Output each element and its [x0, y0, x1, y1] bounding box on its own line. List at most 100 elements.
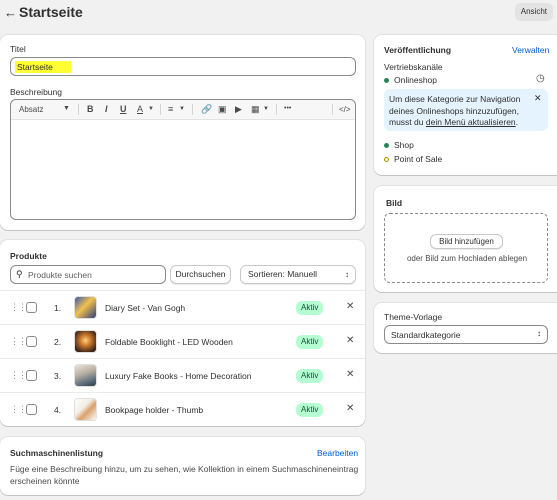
status-badge: Aktiv	[296, 369, 324, 383]
italic-button[interactable]: I	[105, 104, 108, 114]
search-icon: ⚲	[16, 269, 23, 279]
row-index: 3.	[54, 371, 62, 381]
select-arrows-icon: ↕	[345, 270, 349, 279]
row-checkbox[interactable]	[26, 302, 37, 313]
product-name[interactable]: Diary Set - Van Gogh	[105, 303, 185, 313]
format-select[interactable]: Absatz	[19, 105, 43, 114]
bold-button[interactable]: B	[87, 104, 94, 114]
product-thumbnail	[74, 296, 97, 319]
theme-card: Theme-Vorlage Standardkategorie ↕	[374, 303, 557, 353]
products-card: Produkte ⚲ Produkte suchen Durchsuchen S…	[0, 240, 365, 426]
row-index: 2.	[54, 337, 62, 347]
product-thumbnail	[74, 330, 97, 353]
theme-heading: Theme-Vorlage	[384, 312, 443, 322]
drag-handle-icon[interactable]: ⋮⋮	[10, 336, 27, 347]
sort-select[interactable]: Sortieren: Manuell ↕	[240, 265, 356, 284]
editor-toolbar: Absatz ▼ B I U A ▼ ≡ ▼ 🔗 ▣ ▶ ▦ ▼ ••• </>	[11, 100, 355, 120]
status-dot	[384, 157, 389, 162]
seo-card: Suchmaschinenlistung Bearbeiten Füge ein…	[0, 437, 365, 495]
seo-heading: Suchmaschinenlistung	[10, 448, 104, 458]
banner-text: Um diese Kategorie zur Navigation deines…	[389, 94, 529, 129]
image-heading: Bild	[386, 198, 403, 208]
code-view-button[interactable]: </>	[339, 105, 351, 114]
description-editor[interactable]: Absatz ▼ B I U A ▼ ≡ ▼ 🔗 ▣ ▶ ▦ ▼ ••• </>	[10, 99, 356, 220]
image-icon[interactable]: ▣	[218, 104, 227, 115]
title-input-value: Startseite	[15, 61, 71, 73]
remove-icon[interactable]: ✕	[346, 403, 354, 414]
channels-label: Vertriebskanäle	[384, 62, 443, 72]
product-name[interactable]: Bookpage holder - Thumb	[105, 405, 203, 415]
product-search-input[interactable]: ⚲ Produkte suchen	[10, 265, 166, 284]
manage-link[interactable]: Verwalten	[512, 45, 549, 55]
title-card: Titel Startseite Beschreibung Absatz ▼ B…	[0, 35, 365, 230]
status-dot	[384, 143, 389, 148]
text-color-button[interactable]: A	[137, 104, 143, 114]
remove-icon[interactable]: ✕	[346, 369, 354, 380]
drag-handle-icon[interactable]: ⋮⋮	[10, 370, 27, 381]
align-icon[interactable]: ≡	[168, 104, 173, 114]
products-heading: Produkte	[10, 251, 47, 261]
table-icon[interactable]: ▦	[251, 104, 260, 115]
status-dot	[384, 78, 389, 83]
underline-button[interactable]: U	[120, 104, 127, 114]
page-title: Startseite	[19, 4, 83, 20]
channel-shop: Shop	[394, 140, 414, 150]
chevron-down-icon[interactable]: ▼	[148, 106, 154, 112]
seo-edit-link[interactable]: Bearbeiten	[317, 448, 358, 458]
row-checkbox[interactable]	[26, 370, 37, 381]
product-thumbnail	[74, 398, 97, 421]
title-label: Titel	[10, 44, 26, 54]
video-icon[interactable]: ▶	[235, 104, 242, 115]
calendar-icon[interactable]: ◷	[536, 73, 545, 84]
channel-online: Onlineshop	[394, 75, 438, 85]
remove-icon[interactable]: ✕	[346, 335, 354, 346]
update-menu-link[interactable]: dein Menü aktualisieren	[426, 117, 516, 127]
table-row[interactable]: ⋮⋮ 2. Foldable Booklight - LED Wooden Ak…	[0, 324, 365, 358]
publishing-heading: Veröffentlichung	[384, 45, 452, 55]
chevron-down-icon[interactable]: ▼	[263, 106, 269, 112]
drag-handle-icon[interactable]: ⋮⋮	[10, 302, 27, 313]
navigation-banner: Um diese Kategorie zur Navigation deines…	[384, 89, 548, 131]
close-icon[interactable]: ✕	[534, 93, 542, 104]
row-checkbox[interactable]	[26, 404, 37, 415]
more-button[interactable]: •••	[284, 105, 291, 112]
product-name[interactable]: Luxury Fake Books - Home Decoration	[105, 371, 251, 381]
table-row[interactable]: ⋮⋮ 1. Diary Set - Van Gogh Aktiv ✕	[0, 290, 365, 324]
publishing-card: Veröffentlichung Verwalten Vertriebskanä…	[374, 35, 557, 175]
chevron-down-icon[interactable]: ▼	[179, 106, 185, 112]
status-badge: Aktiv	[296, 301, 324, 315]
top-bar: ← Startseite Ansicht	[0, 0, 557, 28]
search-placeholder: Produkte suchen	[28, 270, 92, 280]
channel-pos: Point of Sale	[394, 154, 443, 164]
status-badge: Aktiv	[296, 403, 324, 417]
title-input[interactable]: Startseite	[10, 57, 356, 76]
table-row[interactable]: ⋮⋮ 3. Luxury Fake Books - Home Decoratio…	[0, 358, 365, 392]
seo-description: Füge eine Beschreibung hinzu, um zu sehe…	[10, 464, 359, 486]
product-name[interactable]: Foldable Booklight - LED Wooden	[105, 337, 233, 347]
add-image-label: Bild hinzufügen	[439, 237, 494, 246]
product-thumbnail	[74, 364, 97, 387]
sort-label: Sortieren: Manuell	[248, 269, 317, 279]
description-label: Beschreibung	[10, 87, 62, 97]
link-icon[interactable]: 🔗	[201, 104, 212, 115]
row-index: 1.	[54, 303, 62, 313]
back-arrow-icon[interactable]: ←	[4, 5, 17, 20]
theme-select[interactable]: Standardkategorie ↕	[384, 325, 548, 344]
theme-selected-value: Standardkategorie	[391, 330, 461, 340]
browse-label: Durchsuchen	[175, 269, 226, 279]
banner-text-end: .	[515, 117, 519, 127]
drag-handle-icon[interactable]: ⋮⋮	[10, 404, 27, 415]
table-row[interactable]: ⋮⋮ 4. Bookpage holder - Thumb Aktiv ✕	[0, 392, 365, 426]
view-button[interactable]: Ansicht	[514, 3, 553, 21]
row-index: 4.	[54, 405, 62, 415]
add-image-button[interactable]: Bild hinzufügen	[430, 234, 503, 249]
drop-hint: oder Bild zum Hochladen ablegen	[406, 254, 528, 263]
status-badge: Aktiv	[296, 335, 324, 349]
select-arrows-icon: ↕	[537, 329, 541, 338]
chevron-down-icon[interactable]: ▼	[63, 105, 70, 112]
remove-icon[interactable]: ✕	[346, 301, 354, 312]
image-card: Bild Bild hinzufügen oder Bild zum Hochl…	[374, 186, 557, 292]
image-dropzone[interactable]: Bild hinzufügen oder Bild zum Hochladen …	[384, 213, 548, 283]
browse-button[interactable]: Durchsuchen	[170, 265, 231, 284]
row-checkbox[interactable]	[26, 336, 37, 347]
